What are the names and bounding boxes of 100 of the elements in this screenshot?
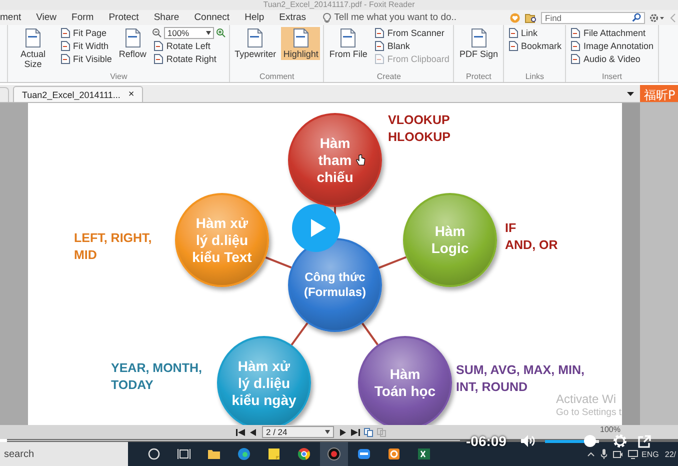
document-icon [508, 28, 518, 38]
zoom-dropdown[interactable]: 100% [164, 27, 214, 39]
group-label: Links [524, 71, 546, 82]
caret-icon [206, 31, 212, 35]
group-label: Insert [600, 71, 623, 82]
volume-icon[interactable] [520, 434, 536, 448]
document-icon [60, 28, 70, 38]
folder-icon [207, 447, 221, 461]
ribbon-button[interactable]: Actual Size [11, 27, 55, 70]
circle-icon [147, 447, 161, 461]
ribbon-button[interactable]: Rotate Left [152, 40, 226, 52]
zoom-in-icon[interactable] [216, 28, 226, 38]
search-icon[interactable] [632, 13, 641, 22]
document-icon [153, 41, 164, 51]
ribbon-button[interactable]: PDF Sign [457, 27, 500, 60]
spreadsheet-icon [417, 447, 431, 461]
zoom-level: 100% [600, 425, 620, 434]
menu-item[interactable]: Extras [279, 12, 306, 23]
document-icon [246, 28, 264, 48]
activation-notice: Activate Wi Go to Settings t [556, 393, 622, 419]
group-label: Comment [258, 71, 296, 82]
document-icon [153, 54, 164, 64]
ribbon-button[interactable]: Blank [373, 40, 450, 52]
node-label: Hàm xử lý d.liệu kiểu Text [192, 214, 252, 266]
chevron-up-icon[interactable] [586, 451, 595, 457]
previous-page-icon[interactable] [249, 428, 258, 436]
first-page-icon[interactable] [236, 428, 245, 436]
menu-item[interactable]: ment [0, 12, 22, 23]
document-icon [292, 28, 310, 48]
next-page-icon[interactable] [338, 428, 347, 436]
document-icon [60, 54, 70, 64]
document-icon [374, 54, 384, 64]
app-icon [387, 447, 401, 461]
document-icon [570, 54, 580, 64]
ribbon-button[interactable]: Fit Page [59, 27, 113, 39]
ribbon-button[interactable]: File Attachment [569, 27, 655, 39]
ribbon-button[interactable]: Reflow [116, 27, 148, 60]
document-icon [24, 28, 42, 48]
play-button[interactable] [292, 204, 340, 252]
function-list: IF AND, OR [505, 220, 558, 254]
connector-line [362, 322, 378, 346]
menu-item[interactable]: Help [244, 12, 264, 23]
hand-cursor-icon [356, 154, 365, 166]
settings-icon[interactable] [649, 12, 665, 22]
node-label: Hàm Logic [431, 223, 469, 257]
document-icon [374, 28, 384, 38]
ribbon-button[interactable]: Image Annotation [569, 40, 655, 52]
settings-icon[interactable] [612, 433, 628, 449]
ribbon-button[interactable]: Bookmark [506, 40, 562, 52]
node-label: Hàm xử lý d.liệu kiểu ngày [232, 358, 296, 408]
fullscreen-icon[interactable] [638, 434, 652, 448]
function-list: LEFT, RIGHT, MID [74, 230, 152, 264]
find-field[interactable]: Find [541, 12, 645, 24]
task-view-icon [177, 447, 191, 461]
menu-item[interactable]: Connect [194, 12, 230, 23]
caret-icon[interactable] [627, 92, 634, 96]
ribbon-button[interactable]: From Scanner [373, 27, 450, 39]
menu-item[interactable]: Share [154, 12, 180, 23]
document-tab[interactable]: Tuan2_Excel_2014111... × [13, 86, 144, 102]
ribbon-button[interactable]: Fit Visible [59, 53, 113, 65]
camera-icon[interactable] [612, 450, 623, 458]
last-page-icon[interactable] [351, 428, 360, 436]
chat-icon [357, 447, 371, 461]
ribbon-button[interactable]: Highlight [281, 27, 320, 60]
ribbon-button[interactable]: Fit Width [59, 40, 113, 52]
close-button[interactable]: × [128, 89, 134, 100]
lightbulb-icon [323, 12, 332, 22]
function-list: VLOOKUP HLOOKUP [388, 112, 450, 146]
ribbon-button[interactable]: Link [506, 27, 562, 39]
menu-item[interactable]: Protect [108, 12, 139, 23]
folder-search-icon[interactable] [525, 12, 537, 22]
ribbon-button[interactable]: Audio & Video [569, 53, 655, 65]
document-icon [374, 41, 384, 51]
group-label: Protect [465, 71, 492, 82]
document-icon [470, 28, 488, 48]
ribbon-button[interactable]: Rotate Right [152, 53, 226, 65]
network-icon[interactable] [628, 450, 638, 458]
node-label: Công thức (Formulas) [304, 270, 366, 300]
function-list: YEAR, MONTH, TODAY [111, 360, 202, 394]
group-label: Create [376, 71, 402, 82]
document-icon [508, 41, 518, 51]
menu-item[interactable]: Form [72, 12, 94, 23]
caret-icon [325, 430, 330, 434]
language-indicator[interactable]: ENG [642, 450, 659, 458]
menu-item[interactable]: View [36, 12, 57, 23]
clock[interactable]: 22/ [664, 450, 676, 458]
tell-me-field[interactable]: Tell me what you want to do.. [331, 12, 470, 23]
node-label: Hàm Toán học [374, 366, 436, 400]
document-icon [570, 41, 580, 51]
page-number-field[interactable]: 2 / 24 [262, 426, 334, 438]
ribbon-button[interactable]: Typewriter [233, 27, 278, 60]
search-field[interactable]: search [0, 442, 128, 466]
document-icon [570, 28, 580, 38]
document-icon [339, 28, 358, 48]
function-list: SUM, AVG, MAX, MIN, INT, ROUND [456, 362, 584, 396]
microphone-icon[interactable] [600, 449, 607, 459]
ribbon-button[interactable]: From File [327, 27, 370, 60]
node-label: Hàm tham chiếu [316, 134, 354, 186]
record-icon [327, 447, 341, 461]
zoom-out-icon[interactable] [152, 28, 162, 38]
